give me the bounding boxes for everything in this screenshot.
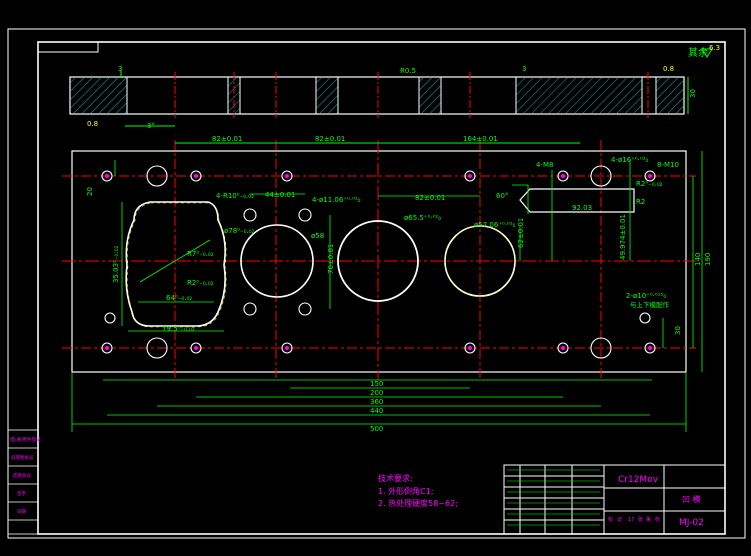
tech-title: 技术要求: — [378, 473, 413, 483]
dim-label: ø58 — [311, 232, 324, 240]
bottom-dim: 150 — [370, 380, 383, 388]
material-label: Cr12Mov — [618, 475, 659, 485]
dim-label: 4-M8 — [536, 161, 553, 169]
dim-label: 190 — [704, 253, 712, 266]
dim-label: 与上下模配作 — [630, 300, 670, 309]
dim-label: 76±0.01 — [327, 244, 335, 274]
tech-item: 2. 热处理硬度58~62; — [378, 498, 458, 508]
bottom-dim: 440 — [370, 407, 383, 415]
drawing-number-box — [37, 41, 99, 53]
dim-label: R2⁰₋₀.₀₂ — [636, 180, 663, 188]
hatch-area — [419, 78, 441, 113]
dim-label: 4-ø16⁺⁰·⁰²₀ — [611, 156, 649, 164]
side-label: 旧底图总号 — [11, 454, 34, 461]
title-cell: 张 — [655, 516, 660, 523]
dim-label: 49.974±0.01 — [619, 214, 627, 260]
dim-label: 4-ø11.06⁺⁰·⁰²₀ — [312, 196, 361, 204]
hatch-area — [656, 78, 683, 113]
hatch-area — [71, 78, 127, 113]
dim-label: 140 — [694, 253, 702, 266]
cavity-left — [125, 201, 226, 327]
plan-view: 82±0.01 82±0.01 164±0.01 4-R10⁰₋₀.₀₂ 44±… — [62, 135, 712, 433]
surface-finish-label: 其余 — [688, 46, 708, 59]
bottom-dim: 200 — [370, 389, 383, 397]
drawing-no: MJ-02 — [679, 518, 704, 528]
dim-label: R2⁰₋₀.₀₂ — [187, 279, 214, 287]
dim-label: 20 — [86, 187, 94, 196]
surface-finish-value: 6.3 — [709, 44, 720, 52]
top-dim: 82±0.01 — [212, 135, 242, 143]
dim-label: 60° — [496, 192, 508, 200]
dim-label: 64⁰₋₀.₀₂ — [166, 294, 192, 302]
side-label: 日期 — [17, 509, 26, 515]
tech-item: 1. 外形倒角C1; — [378, 486, 434, 496]
dim-label: R7⁰₋₀.₀₂ — [187, 250, 214, 258]
bottom-dim: 500 — [370, 425, 383, 433]
dim-label: 35.03⁰₋₀.₀₂ — [112, 246, 120, 283]
top-dim: 164±0.01 — [463, 135, 498, 143]
dim-label: 82±0.01 — [415, 194, 445, 202]
side-label: 借(通)用件登记 — [10, 436, 41, 443]
dim-label: R2 — [636, 198, 645, 206]
hatch-area — [516, 78, 642, 113]
radius-label: R0.5 — [400, 67, 416, 75]
inner-frame — [37, 41, 726, 535]
chamfer-label: 3 — [118, 65, 122, 73]
dim-label: ø78⁰₋₀.₀₂ — [224, 227, 255, 235]
dim-label: ø57.06⁺⁰·⁰²₀ — [474, 221, 516, 229]
thickness-label: 30 — [689, 89, 697, 98]
top-dim: 82±0.01 — [315, 135, 345, 143]
dim-label: 8-M10 — [657, 161, 679, 169]
title-cell: 标 — [608, 516, 613, 523]
dim-label: 30 — [674, 326, 682, 335]
dim-label: 62±0.01 — [517, 218, 525, 248]
section-view: 3 3 R0.5 0.8 0.8 3° 30 — [69, 65, 697, 130]
dim-label: ø65.5⁺⁰·⁰²₀ — [404, 214, 441, 222]
dim-label: 79.5⁰₋₀.₀₂ — [162, 325, 195, 333]
bottom-dim: 360 — [370, 398, 383, 406]
finish-label: 0.8 — [87, 120, 98, 128]
dim-label: 92.03 — [572, 204, 592, 212]
hatch-area — [316, 78, 338, 113]
side-label: 底图总号 — [13, 472, 31, 479]
dim-label: 4-R10⁰₋₀.₀₂ — [216, 192, 254, 200]
title-cell: 记 — [617, 516, 622, 523]
drawing-name: 凹 模 — [682, 494, 701, 504]
title-cell: 第 — [646, 516, 651, 523]
side-label: 签字 — [17, 490, 26, 497]
title-cell: 17 — [628, 517, 634, 523]
finish-label: 0.8 — [663, 65, 674, 73]
drawing-canvas: 其余 6.3 3 3 R0.5 0.8 0.8 3° 30 82±0.01 82… — [7, 28, 746, 539]
chamfer-label: 3 — [522, 65, 526, 73]
dim-label: 2-ø10⁺⁰·⁰¹⁵₀ — [626, 292, 666, 300]
title-cell: 张 — [638, 516, 643, 523]
dim-label: 44±0.01 — [265, 191, 295, 199]
